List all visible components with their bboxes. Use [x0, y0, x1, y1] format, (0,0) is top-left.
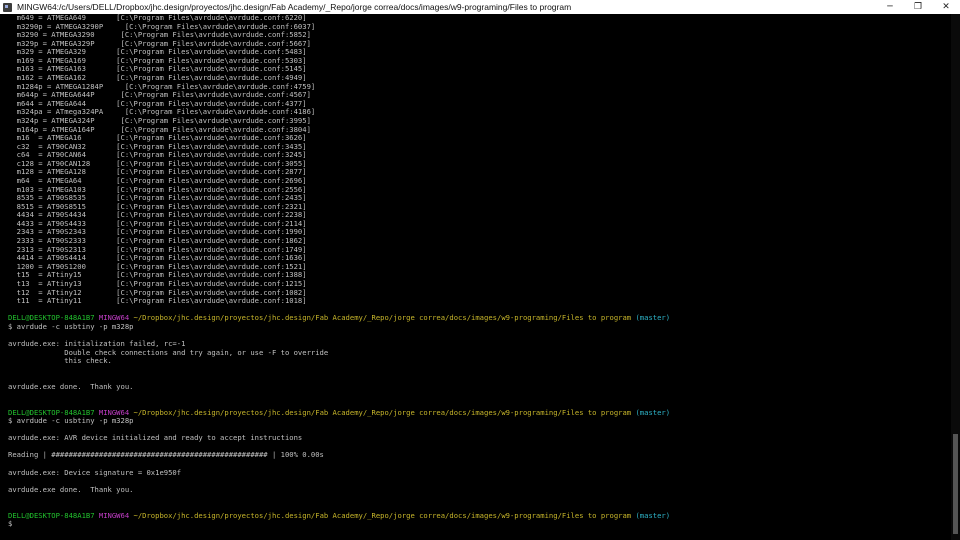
prompt-line: DELL@DESKTOP-848A1B7 MINGW64 ~/Dropbox/j…	[8, 407, 948, 418]
window-controls: ─ ❐ ✕	[876, 0, 960, 14]
prompt-user-host: DELL@DESKTOP-848A1B7	[8, 313, 95, 323]
prompt-user-host: DELL@DESKTOP-848A1B7	[8, 510, 95, 520]
scrollbar-thumb[interactable]	[953, 434, 958, 534]
prompt-path: ~/Dropbox/jhc.design/proyectos/jhc.desig…	[133, 313, 632, 323]
terminal-window: MINGW64:/c/Users/DELL/Dropbox/jhc.design…	[0, 0, 960, 540]
prompt-path: ~/Dropbox/jhc.design/proyectos/jhc.desig…	[133, 510, 632, 520]
prompt-branch: (master)	[635, 313, 671, 323]
command-line: $ avrdude -c usbtiny -p m328p	[8, 321, 134, 331]
prompt-line: DELL@DESKTOP-848A1B7 MINGW64 ~/Dropbox/j…	[8, 313, 948, 323]
vertical-scrollbar[interactable]	[951, 14, 960, 540]
prompt-shell: MINGW64	[98, 313, 130, 323]
prompt-path: ~/Dropbox/jhc.design/proyectos/jhc.desig…	[133, 407, 632, 417]
close-button[interactable]: ✕	[932, 0, 960, 14]
minimize-button[interactable]: ─	[876, 0, 904, 14]
prompt-branch: (master)	[635, 510, 671, 520]
progress-line: Reading | ##############################…	[8, 450, 324, 460]
output-line: avrdude.exe: Device signature = 0x1e950f	[8, 467, 182, 477]
terminal-output[interactable]: m649 = ATMEGA649 [C:\Program Files\avrdu…	[8, 14, 948, 540]
window-title: MINGW64:/c/Users/DELL/Dropbox/jhc.design…	[17, 2, 572, 12]
prompt-branch: (master)	[635, 407, 671, 417]
output-line: this check.	[8, 356, 112, 366]
output-line: avrdude.exe done. Thank you.	[8, 484, 134, 494]
output-line: avrdude.exe: AVR device initialized and …	[8, 433, 303, 443]
command-input-line[interactable]: $	[8, 520, 948, 529]
device-list: m649 = ATMEGA649 [C:\Program Files\avrdu…	[8, 14, 948, 306]
maximize-button[interactable]: ❐	[904, 0, 932, 14]
command-line: $ avrdude -c usbtiny -p m328p	[8, 416, 134, 426]
prompt-shell: MINGW64	[98, 510, 130, 520]
mingw-terminal-icon	[3, 2, 12, 12]
output-line: Double check connections and try again, …	[8, 347, 329, 357]
title-bar[interactable]: MINGW64:/c/Users/DELL/Dropbox/jhc.design…	[0, 0, 960, 14]
prompt-line: DELL@DESKTOP-848A1B7 MINGW64 ~/Dropbox/j…	[8, 510, 948, 521]
device-line: t11 = ATtiny11 [C:\Program Files\avrdude…	[8, 296, 307, 306]
output-line: avrdude.exe done. Thank you.	[8, 381, 134, 391]
